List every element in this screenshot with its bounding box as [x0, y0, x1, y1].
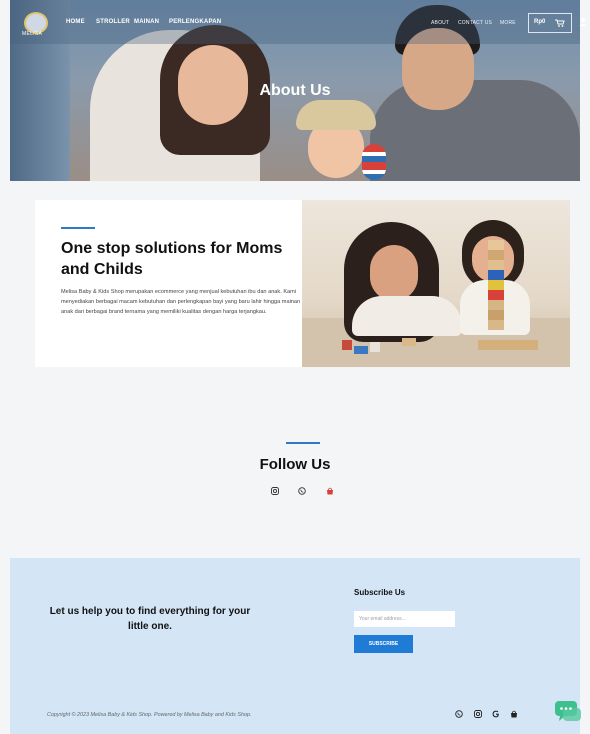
shop-icon[interactable]	[510, 710, 518, 718]
footer: Let us help you to find everything for y…	[10, 558, 580, 734]
follow-accent-divider	[286, 442, 320, 444]
nav-item-home[interactable]: HOME	[66, 19, 85, 25]
about-photo	[302, 200, 570, 367]
footer-tagline: Let us help you to find everything for y…	[49, 606, 251, 632]
user-icon[interactable]	[579, 18, 587, 26]
cart-button[interactable]: Rp0	[528, 13, 572, 33]
toy-block	[402, 338, 416, 346]
toy-block	[488, 240, 504, 250]
subscribe-title: Subscribe Us	[354, 588, 406, 597]
toy-block	[370, 342, 380, 352]
toy-ball	[362, 144, 386, 180]
toy-block	[488, 280, 504, 290]
about-heading: One stop solutions for Moms and Childs	[61, 240, 283, 278]
cart-amount: Rp0	[534, 19, 546, 25]
instagram-icon[interactable]	[271, 487, 279, 495]
nav-item-mainan[interactable]: MAINAN	[134, 19, 159, 25]
nav-item-more[interactable]: MORE	[500, 20, 516, 26]
toy-block	[488, 300, 504, 310]
about-description: Melisa Baby & Kids Shop merupakan ecomme…	[61, 289, 301, 316]
cart-icon	[555, 19, 565, 27]
shop-icon[interactable]	[326, 487, 334, 495]
follow-title: Follow Us	[259, 456, 331, 473]
toy-block	[488, 250, 504, 260]
accent-divider	[61, 227, 95, 229]
whatsapp-icon[interactable]	[298, 487, 306, 495]
top-navigation: MELISA HOME STROLLER MAINAN PERLENGKAPAN…	[10, 0, 587, 44]
toy-block	[354, 346, 368, 354]
instagram-icon[interactable]	[474, 710, 482, 718]
page-title: About Us	[259, 82, 331, 99]
google-icon[interactable]	[492, 710, 500, 718]
chat-icon[interactable]	[554, 700, 582, 724]
page: About Us MELISA HOME STROLLER MAINAN PER…	[0, 0, 590, 734]
whatsapp-icon[interactable]	[455, 710, 463, 718]
toy-block	[478, 340, 538, 350]
nav-item-perlengkapan[interactable]: PERLENGKAPAN	[169, 19, 221, 25]
toy-block	[488, 310, 504, 320]
nav-item-about[interactable]: ABOUT	[431, 20, 449, 26]
nav-item-contact-us[interactable]: CONTACT US	[458, 20, 492, 26]
toy-block	[342, 340, 352, 350]
toy-block	[488, 270, 504, 280]
email-input[interactable]	[354, 611, 455, 627]
toy-block	[488, 260, 504, 270]
nav-item-stroller[interactable]: STROLLER	[96, 19, 130, 25]
toy-block	[488, 320, 504, 330]
toy-block	[488, 290, 504, 300]
logo-text: MELISA	[22, 31, 43, 37]
subscribe-button[interactable]: SUBSCRIBE	[354, 635, 413, 653]
copyright-text: Copyright © 2023 Melisa Baby & Kids Shop…	[47, 712, 252, 718]
about-card: One stop solutions for Moms and Childs M…	[35, 200, 302, 367]
